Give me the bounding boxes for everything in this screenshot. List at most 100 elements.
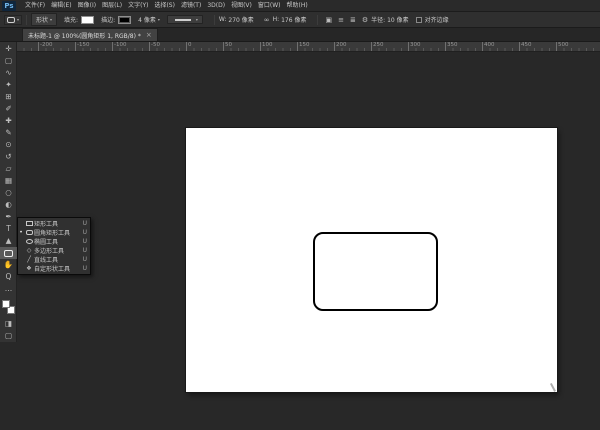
menu-edit[interactable]: 编辑(E): [48, 0, 74, 12]
height-label: H:: [272, 16, 280, 23]
tool-brush[interactable]: ✎: [0, 127, 17, 139]
tool-blur[interactable]: ○: [0, 187, 17, 199]
menu-select[interactable]: 选择(S): [151, 0, 178, 12]
shape-height-field[interactable]: H: 176 像素: [273, 15, 307, 24]
menu-file[interactable]: 文件(F): [22, 0, 48, 12]
align-edges-checkbox[interactable]: [415, 16, 422, 23]
menu-layer[interactable]: 图层(L): [99, 0, 125, 12]
color-swatches: [0, 298, 17, 318]
custom-shape-icon: ❖: [26, 265, 32, 272]
menu-type[interactable]: 文字(Y): [125, 0, 151, 12]
tool-history-brush[interactable]: ↺: [0, 151, 17, 163]
link-dimensions-icon[interactable]: ∞: [264, 13, 270, 27]
horizontal-ruler[interactable]: -200 -150 -100 -50 0 50 100 150 200 250 300 350 400 4…: [17, 42, 600, 52]
chevron-down-icon: ▾: [17, 17, 20, 22]
path-alignment-icon[interactable]: ≡: [338, 13, 344, 27]
fill-control[interactable]: 填充:: [64, 15, 95, 24]
tool-preset-picker[interactable]: ▾: [4, 14, 23, 25]
tool-eraser[interactable]: ▱: [0, 163, 17, 175]
ruler-tick: 50: [223, 42, 232, 51]
flyout-item-label: 多边形工具: [34, 248, 65, 255]
tool-zoom[interactable]: Q: [0, 271, 17, 283]
tool-screen-mode[interactable]: ▢: [0, 330, 17, 342]
tool-rounded-rectangle-shape[interactable]: [0, 247, 17, 259]
toolbar-tools: ✛ ▢ ∿ ✦ ⊞ ✐ ✚ ✎ ⊙ ↺ ▱ ▦ ○ ◐ ✒ T ▲ ✋ Q …: [0, 43, 17, 295]
zoom-icon: Q: [5, 272, 12, 281]
toolbar: ✛ ▢ ∿ ✦ ⊞ ✐ ✚ ✎ ⊙ ↺ ▱ ▦ ○ ◐ ✒ T ▲ ✋ Q … ◨ ▢: [0, 42, 17, 342]
stroke-control[interactable]: 描边:: [101, 15, 132, 24]
tool-horizontal-type[interactable]: T: [0, 223, 17, 235]
brush-icon: ✎: [5, 128, 12, 137]
magic-wand-icon: ✦: [5, 80, 12, 89]
align-edges-control[interactable]: 对齐边缘: [415, 15, 449, 24]
shortcut-key: U: [82, 229, 87, 236]
tool-hand[interactable]: ✋: [0, 259, 17, 271]
shortcut-key: U: [82, 265, 87, 272]
menu-image[interactable]: 图像(I): [75, 0, 99, 12]
chevron-down-icon: ▾: [157, 17, 160, 22]
tool-crop[interactable]: ⊞: [0, 91, 17, 103]
flyout-item-polygon-tool[interactable]: ◇ 多边形工具 U: [18, 246, 90, 255]
divider: [213, 14, 215, 25]
align-edges-label: 对齐边缘: [424, 17, 449, 24]
tool-clone-stamp[interactable]: ⊙: [0, 139, 17, 151]
move-icon: ✛: [5, 44, 12, 53]
tool-rectangular-marquee[interactable]: ▢: [0, 55, 17, 67]
flyout-item-rounded-rectangle-tool[interactable]: • 圆角矩形工具 U: [18, 228, 90, 237]
divider: [26, 14, 28, 25]
tool-move[interactable]: ✛: [0, 43, 17, 55]
fill-color-swatch[interactable]: [81, 15, 95, 24]
ruler-tick: -200: [38, 42, 52, 51]
rounded-rectangle-shape[interactable]: [313, 232, 438, 311]
tool-path-selection[interactable]: ▲: [0, 235, 17, 247]
close-icon[interactable]: ×: [146, 29, 152, 42]
tool-quick-mask[interactable]: ◨: [0, 318, 17, 330]
ruler-tick: 150: [297, 42, 310, 51]
tool-eyedropper[interactable]: ✐: [0, 103, 17, 115]
ruler-tick: 500: [556, 42, 569, 51]
tool-spot-healing-brush[interactable]: ✚: [0, 115, 17, 127]
stroke-width-field[interactable]: 4 像素 ▾: [138, 15, 160, 24]
tool-pen[interactable]: ✒: [0, 211, 17, 223]
flyout-item-line-tool[interactable]: ╱ 直线工具 U: [18, 255, 90, 264]
flyout-item-ellipse-tool[interactable]: 椭圆工具 U: [18, 237, 90, 246]
rounded-rectangle-preset-icon: [7, 16, 15, 23]
flyout-item-custom-shape-tool[interactable]: ❖ 自定形状工具 U: [18, 264, 90, 273]
flyout-item-rectangle-tool[interactable]: 矩形工具 U: [18, 219, 90, 228]
lasso-icon: ∿: [5, 68, 12, 77]
stroke-color-swatch[interactable]: [118, 15, 132, 24]
shortcut-key: U: [82, 220, 87, 227]
radius-label: 半径:: [371, 17, 386, 24]
tool-magic-wand[interactable]: ✦: [0, 79, 17, 91]
height-value: 176 像素: [281, 17, 307, 24]
tool-dodge[interactable]: ◐: [0, 199, 17, 211]
menu-help[interactable]: 帮助(H): [284, 0, 311, 12]
blur-icon: ○: [5, 188, 12, 197]
spot-healing-brush-icon: ✚: [5, 116, 12, 125]
menu-bar: Ps 文件(F) 编辑(E) 图像(I) 图层(L) 文字(Y) 选择(S) 滤…: [0, 0, 600, 12]
ruler-tick: 250: [371, 42, 384, 51]
foreground-color-swatch[interactable]: [2, 300, 10, 308]
shape-width-field[interactable]: W: 270 像素: [219, 15, 254, 24]
document-tab[interactable]: 未标题-1 @ 100%(圆角矩形 1, RGB/8) * ×: [22, 28, 158, 41]
document-tab-bar: 未标题-1 @ 100%(圆角矩形 1, RGB/8) * ×: [0, 28, 600, 42]
ruler-tick: -50: [149, 42, 160, 51]
quick-mask-icon: ◨: [4, 319, 13, 328]
menu-filter[interactable]: 滤镜(T): [178, 0, 204, 12]
menu-3d[interactable]: 3D(D): [204, 0, 228, 12]
width-label: W:: [218, 16, 227, 23]
stroke-label: 描边:: [101, 17, 116, 24]
gear-icon[interactable]: ⚙: [362, 13, 368, 27]
tool-gradient[interactable]: ▦: [0, 175, 17, 187]
tool-lasso[interactable]: ∿: [0, 67, 17, 79]
menu-view[interactable]: 视图(V): [228, 0, 255, 12]
path-operations-icon[interactable]: ▣: [325, 13, 332, 27]
menu-window[interactable]: 窗口(W): [255, 0, 284, 12]
tool-edit-toolbar[interactable]: …: [0, 283, 17, 295]
ruler-tick: 350: [445, 42, 458, 51]
path-arrangement-icon[interactable]: ≣: [350, 13, 356, 27]
radius-field[interactable]: 半径: 10 像素: [371, 15, 409, 24]
stroke-style-dropdown[interactable]: ▾: [166, 15, 203, 24]
radius-value: 10 像素: [387, 17, 409, 24]
tool-mode-dropdown[interactable]: 形状 ▾: [31, 13, 58, 26]
